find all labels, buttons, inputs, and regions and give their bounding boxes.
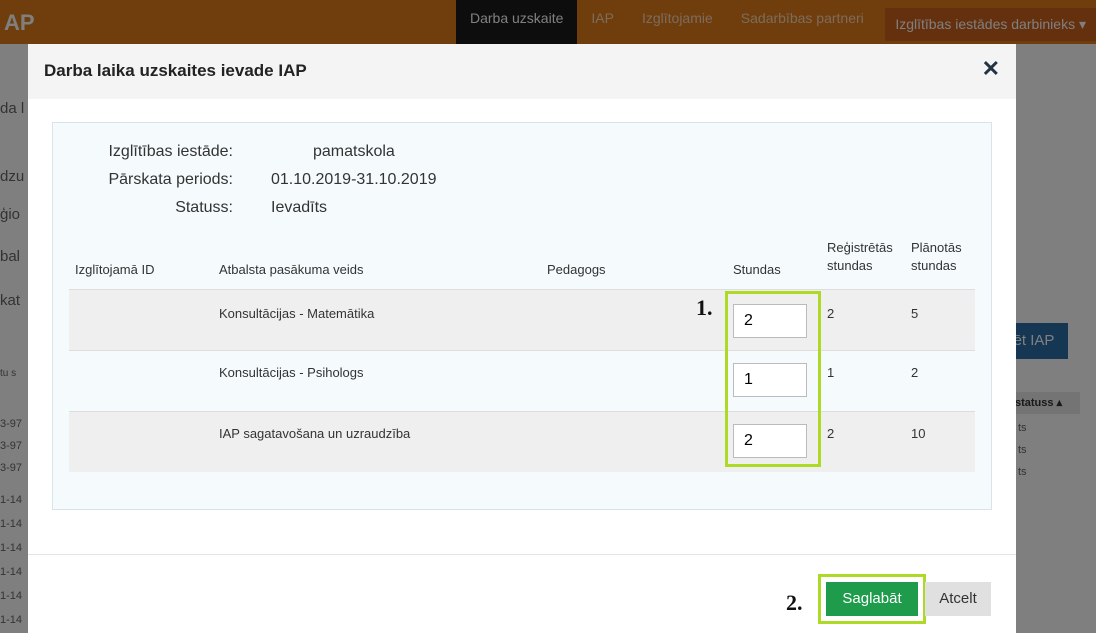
col-header-student-id[interactable]: Izglītojamā ID [75,261,154,279]
save-button[interactable]: Saglabāt [826,582,918,616]
modal-header: Darba laika uzskaites ievade IAP ✕ [28,44,1016,99]
info-status: Statuss: Ievadīts [53,199,553,221]
support-type-cell: Konsultācijas - Matemātika [219,306,375,321]
close-icon[interactable]: ✕ [982,56,1000,82]
step-1-label: 1. [696,295,713,320]
institution-label: Izglītības iestāde: [108,143,233,160]
institution-value: pamatskola [313,143,395,160]
support-type-cell: Konsultācijas - Psihologs [219,365,364,380]
info-period: Pārskata periods: 01.10.2019-31.10.2019 [53,171,553,193]
status-label: Statuss: [175,199,233,216]
support-type-cell: IAP sagatavošana un uzraudzība [219,426,411,441]
period-value: 01.10.2019-31.10.2019 [271,171,437,188]
cancel-button[interactable]: Atcelt [925,582,991,616]
col-header-support-type[interactable]: Atbalsta pasākuma veids [219,261,364,279]
period-label: Pārskata periods: [108,171,233,188]
table-row: Konsultācijas - Psihologs 1 2 [69,351,975,411]
entry-panel: Izglītības iestāde: pamatskola Pārskata … [52,122,992,510]
planned-hours-cell: 2 [911,365,919,380]
table-row: IAP sagatavošana un uzraudzība 2 10 [69,412,975,472]
work-time-entry-modal: Darba laika uzskaites ievade IAP ✕ Izglī… [28,44,1016,633]
col-header-teacher[interactable]: Pedagogs [547,261,606,279]
planned-hours-cell: 5 [911,306,919,321]
footer-divider [28,554,1016,555]
table-row: Konsultācijas - Matemātika 2 5 [69,290,975,350]
registered-hours-cell: 2 [827,306,835,321]
info-institution: Izglītības iestāde: pamatskola [53,143,553,165]
registered-hours-cell: 2 [827,426,835,441]
col-header-registered[interactable]: Reģistrētās stundas [827,239,893,275]
status-value: Ievadīts [271,199,328,216]
planned-hours-cell: 10 [911,426,926,441]
modal-title: Darba laika uzskaites ievade IAP [44,61,307,80]
registered-hours-cell: 1 [827,365,835,380]
hours-highlight-box [725,291,821,467]
step-2-label: 2. [786,590,803,615]
col-header-hours[interactable]: Stundas [733,261,781,279]
col-header-planned[interactable]: Plānotās stundas [911,239,973,275]
